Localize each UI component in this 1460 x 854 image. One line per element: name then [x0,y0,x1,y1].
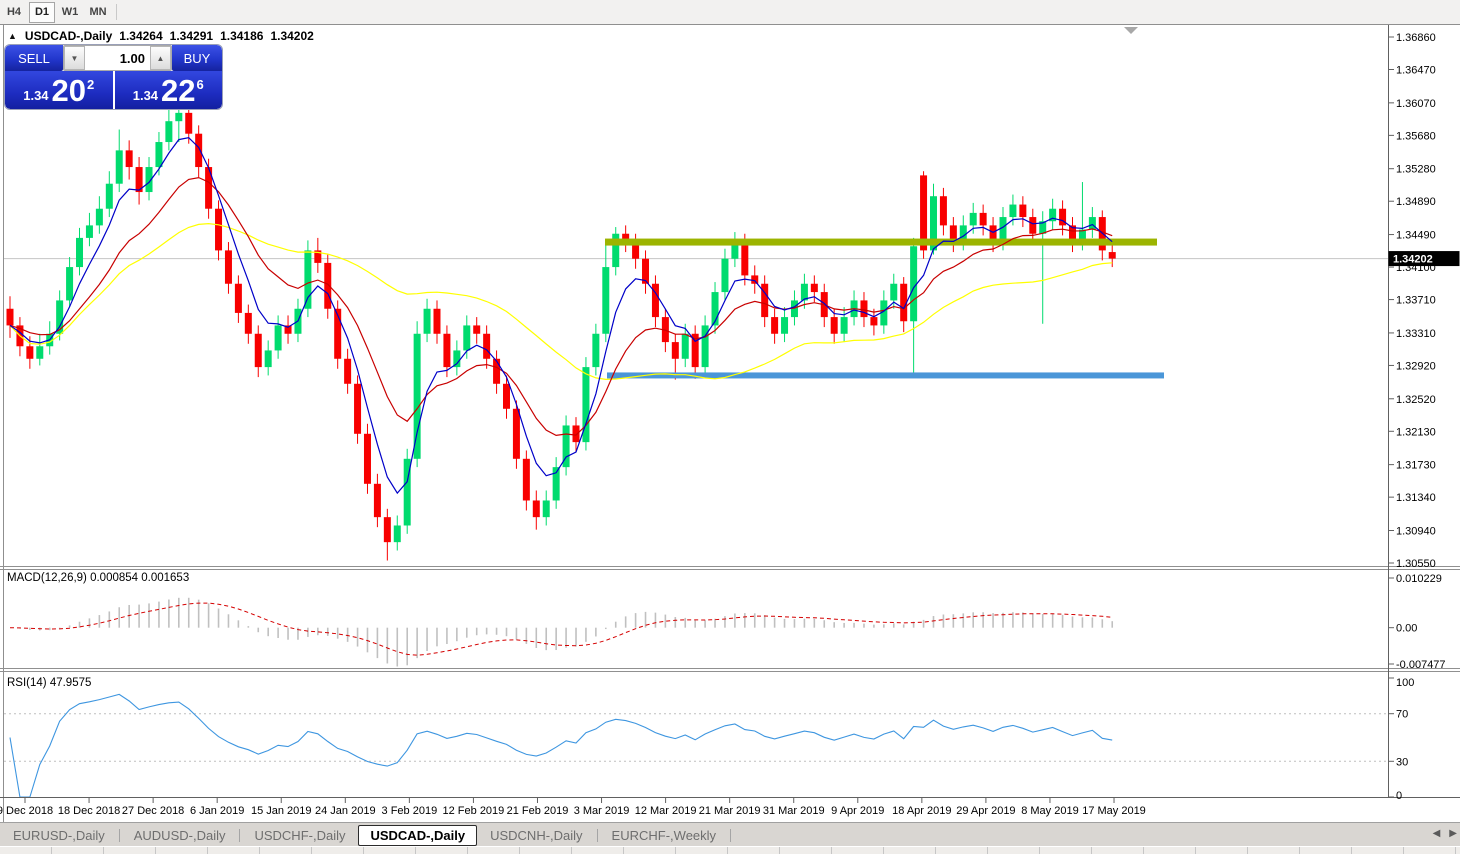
tab-scroll-right-icon[interactable]: ▶ [1449,827,1457,841]
macd-axis-label: 0.010229 [1396,573,1442,585]
ohlc-close: 1.34202 [270,29,313,43]
price-axis-label: 1.36860 [1396,32,1436,44]
buy-price-point: 6 [197,77,204,92]
time-axis-label: 17 May 2019 [1082,805,1146,817]
time-axis-label: 24 Jan 2019 [315,805,376,817]
one-click-trade-panel: SELL ▼ ▲ BUY 1.34 20 2 1.34 22 6 [4,44,223,110]
rsi-indicator-label: RSI(14) 47.9575 [7,677,91,689]
timeframe-toolbar: H4 D1 W1 MN [0,0,1460,25]
buy-button[interactable]: BUY [172,45,222,71]
timeframe-mn-button[interactable]: MN [85,2,111,23]
rsi-axis-label: 30 [1396,756,1408,768]
time-axis-label: 6 Jan 2019 [190,805,244,817]
time-axis-label: 27 Dec 2018 [122,805,184,817]
timeframe-d1-button[interactable]: D1 [29,2,55,23]
sell-price-point: 2 [87,77,94,92]
ohlc-low: 1.34186 [220,29,263,43]
price-axis-label: 1.30550 [1396,558,1436,570]
volume-stepper: ▼ ▲ [63,45,172,71]
tab-eurusd-daily[interactable]: EURUSD-,Daily [0,826,118,845]
tab-usdcad-daily[interactable]: USDCAD-,Daily [358,825,477,846]
timeframe-w1-button[interactable]: W1 [57,2,83,23]
timeframe-h4-button[interactable]: H4 [1,2,27,23]
symbol-tab-bar: EURUSD-,Daily AUDUSD-,Daily USDCHF-,Dail… [0,822,1460,847]
time-axis-label: 18 Dec 2018 [58,805,120,817]
time-axis-label: 8 May 2019 [1021,805,1078,817]
tab-usdchf-daily[interactable]: USDCHF-,Daily [241,826,358,845]
buy-price-pips: 22 [161,75,195,106]
time-axis-label: 18 Apr 2019 [892,805,951,817]
buy-price-prefix: 1.34 [133,88,158,103]
time-axis-label: 29 Apr 2019 [956,805,1015,817]
moving-average-slow [10,224,1112,380]
price-axis-label: 1.34890 [1396,196,1436,208]
ohlc-open: 1.34264 [119,29,162,43]
tab-divider [119,829,120,842]
volume-input[interactable] [85,46,150,70]
rsi-axis-label: 0 [1396,790,1402,802]
current-price-tag-label: 1.34202 [1393,254,1433,266]
time-axis-label: 12 Mar 2019 [635,805,697,817]
price-axis-label: 1.36070 [1396,98,1436,110]
time-axis-label: 15 Jan 2019 [251,805,312,817]
trading-platform-window: H4 D1 W1 MN 1.368601.364701.360701.35680… [0,0,1460,854]
tab-eurchf-weekly[interactable]: EURCHF-,Weekly [599,826,730,845]
tab-divider [730,829,731,842]
ohlc-high: 1.34291 [170,29,213,43]
volume-decrease-button[interactable]: ▼ [64,46,85,70]
volume-increase-button[interactable]: ▲ [150,46,171,70]
chart-shift-marker-icon[interactable] [1124,27,1138,34]
time-axis-label: 12 Feb 2019 [443,805,505,817]
macd-signal-line [10,603,1112,655]
macd-axis-label: 0.00 [1396,623,1417,635]
price-axis-label: 1.31340 [1396,492,1436,504]
time-axis-label: 31 Mar 2019 [763,805,825,817]
rsi-axis-label: 70 [1396,709,1408,721]
macd-histogram [10,598,1112,667]
time-axis-label: 9 Apr 2019 [831,805,884,817]
toolbar-separator [116,4,117,20]
rsi-axis-label: 100 [1396,677,1414,689]
time-axis-label: 21 Mar 2019 [699,805,761,817]
sell-button[interactable]: SELL [5,45,63,71]
sell-price-button[interactable]: 1.34 20 2 [5,71,113,109]
price-axis-label: 1.30940 [1396,525,1436,537]
tab-scroll-left-icon[interactable]: ◀ [1433,827,1441,841]
macd-axis-label: -0.007477 [1396,659,1446,671]
chart-canvas[interactable]: 1.368601.364701.360701.356801.352801.348… [0,0,1460,854]
tab-divider [239,829,240,842]
price-axis-label: 1.33710 [1396,295,1436,307]
tab-audusd-daily[interactable]: AUDUSD-,Daily [121,826,239,845]
rsi-line [10,694,1112,797]
time-axis-label: 3 Mar 2019 [574,805,630,817]
chart-header: ▲ USDCAD-,Daily 1.34264 1.34291 1.34186 … [8,29,314,43]
tab-usdcnh-daily[interactable]: USDCNH-,Daily [477,826,595,845]
sell-price-pips: 20 [52,75,86,106]
time-axis-label: 3 Feb 2019 [382,805,438,817]
tab-scroll-arrows: ◀ ▶ [1433,827,1457,841]
time-axis-label: 9 Dec 2018 [0,805,53,817]
trade-panel-quotes: 1.34 20 2 1.34 22 6 [5,71,222,109]
status-bar [0,846,1460,854]
tab-divider [597,829,598,842]
candlestick-series[interactable] [7,105,1116,561]
price-axis-label: 1.32920 [1396,360,1436,372]
chart-symbol-label: USDCAD-,Daily [25,29,112,43]
trade-panel-top-row: SELL ▼ ▲ BUY [5,45,222,71]
price-axis-label: 1.32130 [1396,426,1436,438]
price-axis-label: 1.32520 [1396,394,1436,406]
price-axis-label: 1.34490 [1396,230,1436,242]
sell-price-prefix: 1.34 [23,88,48,103]
price-axis-label: 1.35680 [1396,130,1436,142]
time-axis-label: 21 Feb 2019 [507,805,569,817]
price-axis-label: 1.36470 [1396,65,1436,77]
price-axis-label: 1.33310 [1396,328,1436,340]
resistance-trendline[interactable] [605,239,1157,246]
price-axis-label: 1.31730 [1396,460,1436,472]
price-axis-label: 1.35280 [1396,164,1436,176]
collapse-panel-arrow-icon[interactable]: ▲ [8,31,17,41]
macd-indicator-label: MACD(12,26,9) 0.000854 0.001653 [7,572,189,584]
buy-price-button[interactable]: 1.34 22 6 [115,71,223,109]
